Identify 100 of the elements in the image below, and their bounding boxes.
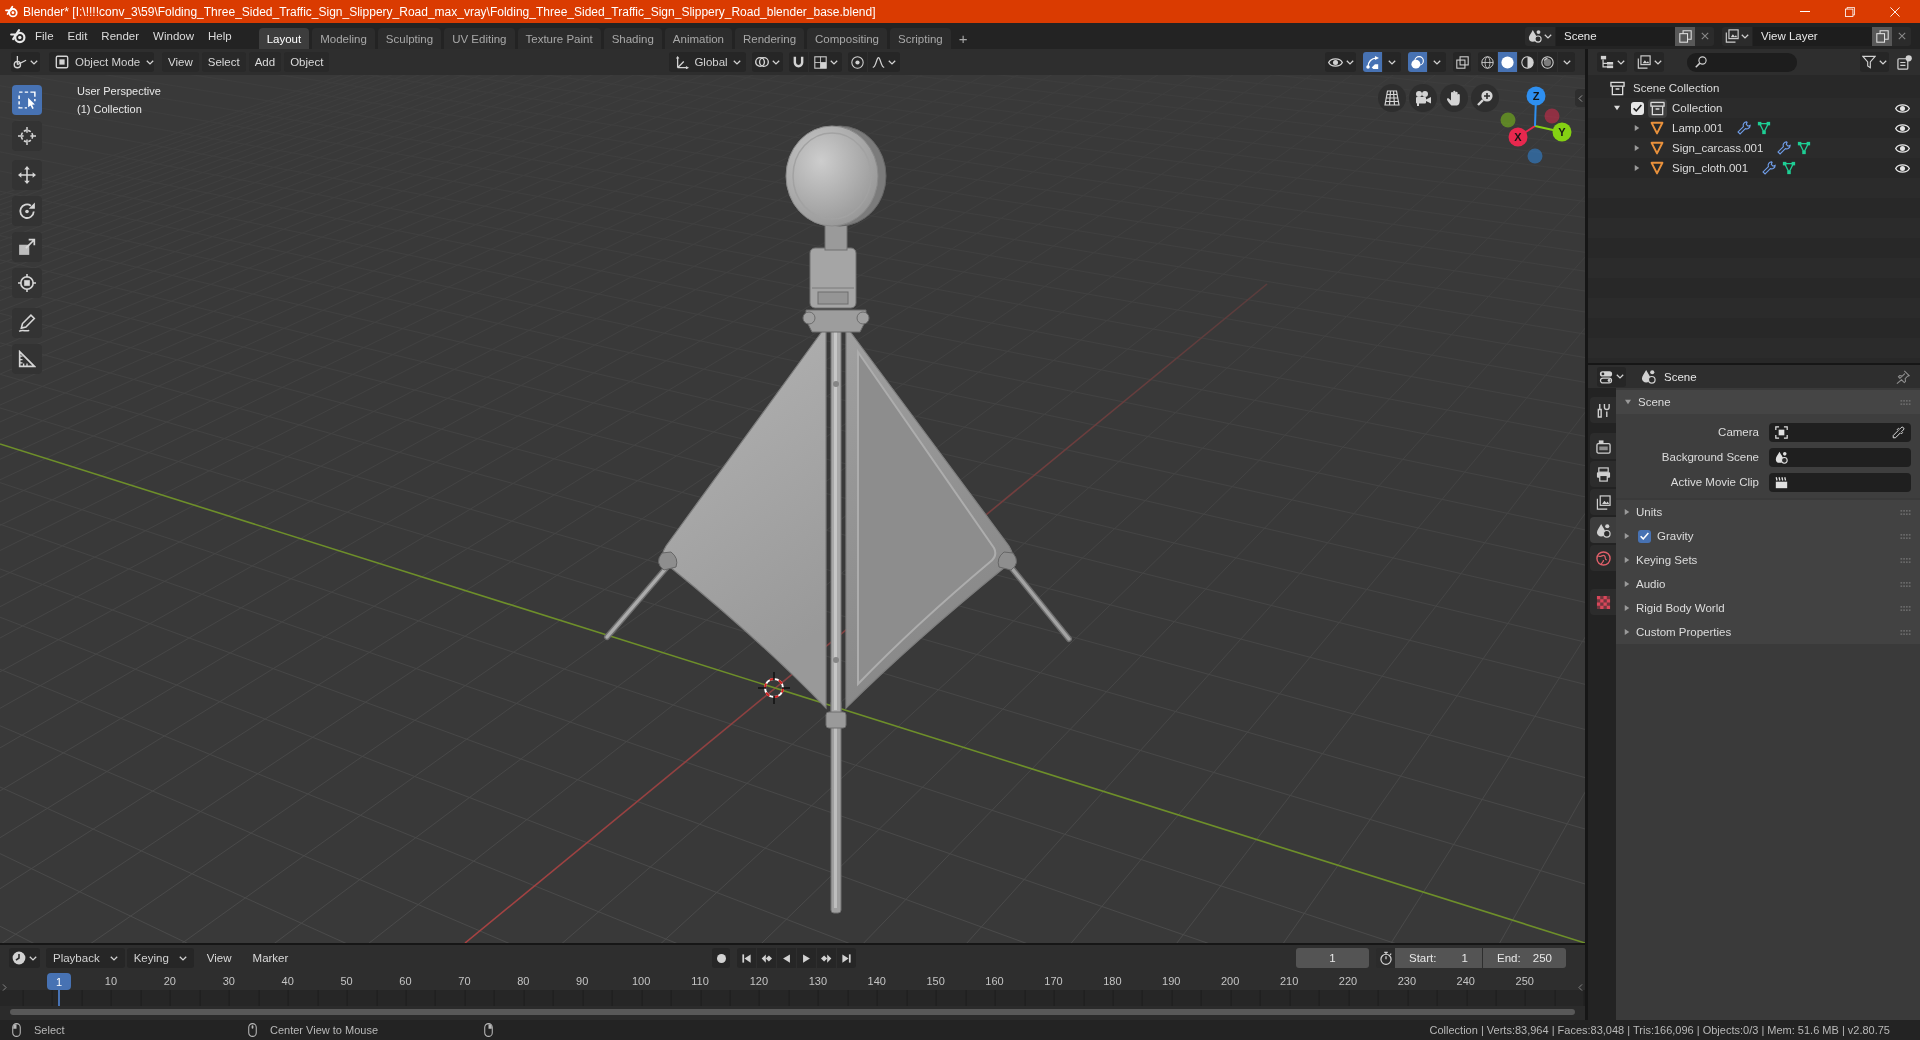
shading-dropdown[interactable] <box>1558 52 1575 72</box>
playback-button[interactable] <box>837 948 856 968</box>
pin-icon[interactable] <box>1896 369 1910 384</box>
eyedropper-icon[interactable] <box>1892 425 1905 439</box>
eye-icon[interactable] <box>1895 103 1910 113</box>
blender-logo-icon[interactable] <box>10 28 26 44</box>
movie-clip-field[interactable] <box>1769 472 1911 492</box>
panel-header[interactable]: Scene <box>1616 390 1920 414</box>
shading-button[interactable] <box>1538 52 1557 72</box>
falloff-dropdown[interactable] <box>868 52 901 72</box>
menu-dropdown[interactable]: Keying <box>126 948 194 968</box>
disclosure-triangle-icon[interactable] <box>1613 105 1621 111</box>
camera-view-button[interactable] <box>1409 84 1437 112</box>
axis-handle[interactable]: Z <box>1526 86 1546 127</box>
record-button[interactable] <box>712 948 730 968</box>
scene-name-field[interactable]: Scene <box>1556 26 1675 46</box>
menu-button[interactable]: View <box>162 52 199 72</box>
eye-icon[interactable] <box>1895 163 1910 173</box>
menu-dropdown[interactable]: Playback <box>46 948 125 968</box>
properties-tab[interactable] <box>1590 461 1616 487</box>
scrollbar-thumb[interactable] <box>10 1009 1575 1015</box>
disclosure-triangle-icon[interactable] <box>1634 164 1640 172</box>
select-box-tool[interactable] <box>12 85 42 115</box>
camera-field[interactable] <box>1769 422 1911 442</box>
workspace-tab[interactable]: Animation <box>664 28 732 49</box>
start-frame-field[interactable]: Start: 1 <box>1395 948 1482 968</box>
outliner-item[interactable]: Lamp.001 <box>1672 122 1724 134</box>
workspace-tab[interactable]: Texture Paint <box>517 28 601 49</box>
properties-tab[interactable] <box>1590 489 1616 515</box>
shading-button[interactable] <box>1498 52 1517 72</box>
scale-tool[interactable] <box>12 232 42 262</box>
negative-axis-handle[interactable] <box>1527 148 1543 164</box>
unlink-scene-button[interactable] <box>1695 26 1714 46</box>
add-workspace-button[interactable]: + <box>953 28 973 49</box>
view-layer-name-field[interactable]: View Layer <box>1753 26 1872 46</box>
new-view-layer-button[interactable] <box>1872 26 1892 46</box>
wrench-icon[interactable] <box>1777 141 1792 155</box>
eye-icon[interactable] <box>1895 123 1910 133</box>
menu-button[interactable]: Add <box>248 52 282 72</box>
mesh-triangle-icon[interactable] <box>1782 161 1797 175</box>
restore-icon[interactable] <box>1845 6 1855 17</box>
editor-type-button[interactable] <box>1597 366 1626 387</box>
playback-button[interactable] <box>757 948 776 968</box>
rotate-tool[interactable] <box>12 196 42 226</box>
panel-header[interactable]: Rigid Body World <box>1616 596 1920 620</box>
close-icon[interactable] <box>1890 6 1900 17</box>
view-layer-browse-button[interactable] <box>1722 26 1752 46</box>
editor-type-button[interactable] <box>11 52 40 72</box>
scene-browse-button[interactable] <box>1525 26 1555 46</box>
gizmo-dropdown[interactable] <box>1383 52 1401 72</box>
negative-axis-handle[interactable] <box>1500 112 1516 128</box>
shading-button[interactable] <box>1518 52 1537 72</box>
drag-handle-icon[interactable] <box>1900 581 1911 587</box>
collection-checkbox[interactable] <box>1630 101 1644 115</box>
disclosure-triangle-icon[interactable] <box>1634 144 1640 152</box>
pan-view-button[interactable] <box>1440 84 1468 112</box>
playback-button[interactable] <box>737 948 756 968</box>
playback-button[interactable] <box>777 948 796 968</box>
playback-button[interactable] <box>797 948 816 968</box>
current-frame-marker[interactable]: 1 <box>47 973 71 990</box>
mesh-triangle-icon[interactable] <box>1797 141 1812 155</box>
current-frame-field[interactable]: 1 <box>1296 948 1369 968</box>
overlays-dropdown[interactable] <box>1428 52 1446 72</box>
eye-icon[interactable] <box>1895 143 1910 153</box>
gizmo-toggle[interactable] <box>1363 52 1382 72</box>
new-scene-button[interactable] <box>1675 26 1695 46</box>
mesh-triangle-icon[interactable] <box>1757 121 1772 135</box>
drag-handle-icon[interactable] <box>1900 509 1911 515</box>
wrench-icon[interactable] <box>1737 121 1752 135</box>
display-mode-button[interactable] <box>1634 52 1664 72</box>
menu-item[interactable]: File <box>28 30 61 42</box>
workspace-tab[interactable]: UV Editing <box>444 28 515 49</box>
move-tool[interactable] <box>12 160 42 190</box>
remove-view-layer-button[interactable] <box>1892 26 1911 46</box>
drag-handle-icon[interactable] <box>1900 605 1911 611</box>
measure-tool[interactable] <box>12 344 42 374</box>
end-frame-field[interactable]: End: 250 <box>1483 948 1566 968</box>
filter-button[interactable] <box>1860 52 1889 72</box>
editor-type-button[interactable] <box>9 948 40 968</box>
mode-dropdown[interactable]: Object Mode <box>49 52 154 72</box>
menu-item[interactable]: Render <box>94 30 147 42</box>
transform-tool[interactable] <box>12 268 42 298</box>
orientation-dropdown[interactable]: Global <box>669 52 747 72</box>
menu-button[interactable]: View <box>199 948 239 968</box>
snap-toggle[interactable] <box>789 52 809 72</box>
outliner-item[interactable]: Sign_carcass.001 <box>1672 142 1764 154</box>
workspace-tab[interactable]: Scripting <box>890 28 951 49</box>
workspace-tab[interactable]: Rendering <box>735 28 805 49</box>
properties-tab[interactable] <box>1590 397 1616 423</box>
properties-tab[interactable] <box>1590 545 1616 571</box>
annotate-tool[interactable] <box>12 308 42 338</box>
panel-header[interactable]: Units <box>1616 500 1920 524</box>
menu-item[interactable]: Help <box>201 30 239 42</box>
workspace-tab[interactable]: Layout <box>258 28 310 49</box>
menu-item[interactable]: Edit <box>60 30 95 42</box>
panel-header[interactable]: Keying Sets <box>1616 548 1920 572</box>
pivot-dropdown[interactable] <box>752 52 784 72</box>
menu-button[interactable]: Marker <box>245 948 296 968</box>
workspace-tab[interactable]: Compositing <box>807 28 887 49</box>
workspace-tab[interactable]: Sculpting <box>377 28 442 49</box>
